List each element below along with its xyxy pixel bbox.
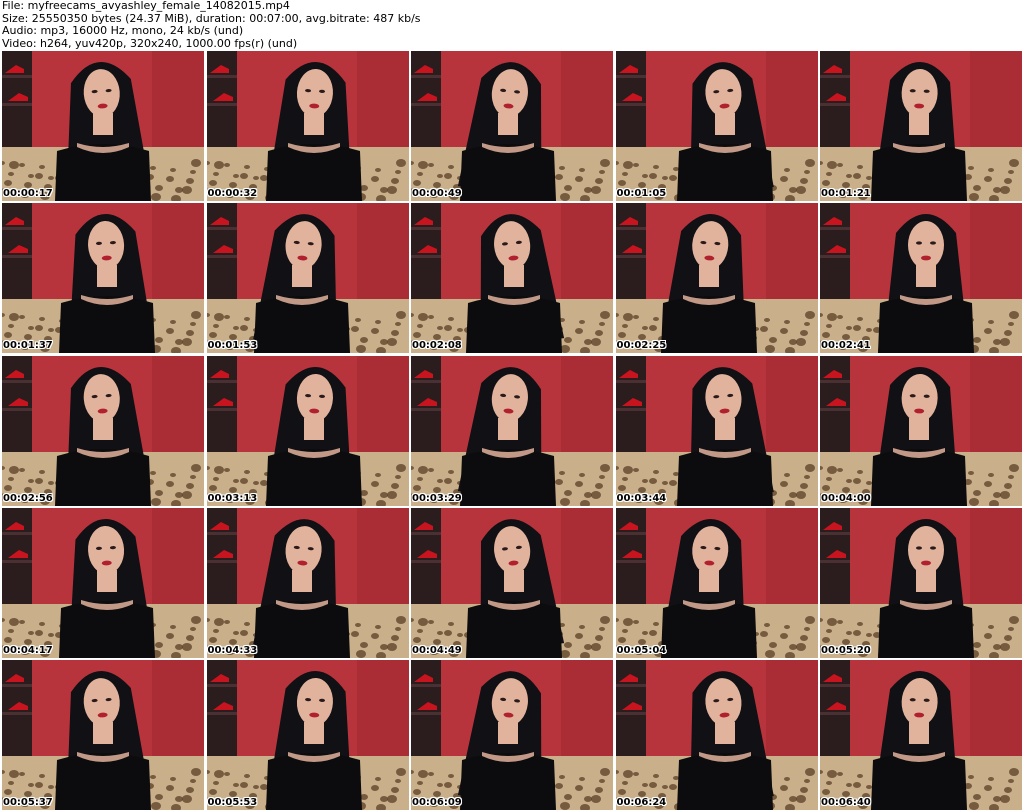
thumbnail-timestamp: 00:01:05	[616, 188, 667, 199]
video-frame-image	[615, 507, 818, 658]
video-thumbnail: 00:04:49	[411, 507, 613, 658]
video-frame-image	[820, 203, 1022, 354]
thumbnail-timestamp: 00:03:44	[616, 492, 667, 504]
video-frame-image	[2, 51, 204, 201]
thumbnail-timestamp: 00:00:17	[3, 188, 53, 199]
thumbnail-timestamp: 00:02:25	[616, 340, 667, 352]
video-frame-image	[615, 355, 818, 506]
video-thumbnail: 00:02:41	[820, 203, 1022, 354]
thumbnail-timestamp: 00:01:53	[207, 340, 258, 352]
video-frame-image	[206, 355, 409, 506]
video-frame-image	[2, 660, 204, 810]
video-thumbnail: 00:02:25	[615, 203, 818, 354]
file-size-line: Size: 25550350 bytes (24.37 MiB), durati…	[2, 12, 421, 25]
video-thumbnail: 00:00:49	[411, 51, 613, 201]
thumbnail-timestamp: 00:05:04	[616, 644, 667, 656]
thumbnail-timestamp: 00:01:21	[821, 188, 871, 199]
video-thumbnail: 00:04:17	[2, 507, 204, 658]
video-thumbnail: 00:06:24	[615, 660, 818, 810]
thumbnail-timestamp: 00:05:20	[821, 644, 871, 656]
video-frame-image	[206, 51, 409, 201]
video-frame-image	[615, 51, 818, 201]
thumbnail-timestamp: 00:02:56	[3, 492, 53, 504]
video-frame-image	[820, 355, 1022, 506]
thumbnail-timestamp: 00:06:24	[616, 797, 667, 808]
video-thumbnail: 00:04:33	[206, 507, 409, 658]
audio-info-line: Audio: mp3, 16000 Hz, mono, 24 kb/s (und…	[2, 25, 244, 37]
video-frame-image	[206, 660, 409, 810]
video-thumbnail: 00:00:32	[206, 51, 409, 201]
video-frame-image	[820, 51, 1022, 201]
video-frame-image	[411, 660, 613, 810]
file-name-line: File: myfreecams_avyashley_female_140820…	[2, 0, 290, 12]
thumbnail-timestamp: 00:04:17	[3, 644, 53, 656]
video-frame-image	[411, 507, 613, 658]
video-thumbnail: 00:02:56	[2, 355, 204, 506]
thumbnail-timestamp: 00:03:13	[207, 492, 258, 504]
video-thumbnail: 00:04:00	[820, 355, 1022, 506]
video-frame-image	[206, 507, 409, 658]
video-thumbnail: 00:02:08	[411, 203, 613, 354]
thumbnail-timestamp: 00:06:09	[412, 797, 462, 808]
thumbnail-timestamp: 00:04:33	[207, 644, 258, 656]
video-thumbnail: 00:00:17	[2, 51, 204, 201]
video-frame-image	[206, 203, 409, 354]
thumbnail-grid: 00:00:17 00:00:32 00:00:49 00:01:05 00:0…	[2, 51, 1022, 810]
video-thumbnail: 00:01:05	[615, 51, 818, 201]
video-thumbnail: 00:05:53	[206, 660, 409, 810]
thumbnail-timestamp: 00:00:49	[412, 188, 462, 199]
video-frame-image	[2, 355, 204, 506]
video-thumbnail: 00:01:53	[206, 203, 409, 354]
thumbnail-timestamp: 00:02:41	[821, 340, 871, 352]
video-frame-image	[411, 203, 613, 354]
thumbnail-timestamp: 00:05:37	[3, 797, 53, 808]
video-thumbnail: 00:05:20	[820, 507, 1022, 658]
video-thumbnail: 00:05:04	[615, 507, 818, 658]
thumbnail-timestamp: 00:02:08	[412, 340, 462, 352]
video-thumbnail: 00:03:13	[206, 355, 409, 506]
video-frame-image	[411, 355, 613, 506]
thumbnail-timestamp: 00:00:32	[207, 188, 258, 199]
video-frame-image	[615, 203, 818, 354]
video-frame-image	[820, 507, 1022, 658]
video-frame-image	[2, 507, 204, 658]
thumbnail-timestamp: 00:05:53	[207, 797, 258, 808]
video-info-header: File: myfreecams_avyashley_female_140820…	[2, 0, 1022, 50]
video-thumbnail: 00:03:29	[411, 355, 613, 506]
thumbnail-timestamp: 00:03:29	[412, 492, 462, 504]
video-thumbnail: 00:06:09	[411, 660, 613, 810]
thumbnail-timestamp: 00:04:00	[821, 492, 871, 504]
video-frame-image	[2, 203, 204, 354]
video-info-line: Video: h264, yuv420p, 320x240, 1000.00 f…	[2, 37, 298, 50]
video-frame-image	[615, 660, 818, 810]
video-thumbnail: 00:03:44	[615, 355, 818, 506]
video-frame-image	[411, 51, 613, 201]
video-thumbnail: 00:01:21	[820, 51, 1022, 201]
thumbnail-timestamp: 00:04:49	[412, 644, 462, 656]
thumbnail-timestamp: 00:06:40	[821, 797, 871, 808]
video-thumbnail: 00:06:40	[820, 660, 1022, 810]
video-frame-image	[820, 660, 1022, 810]
video-thumbnail: 00:05:37	[2, 660, 204, 810]
video-thumbnail: 00:01:37	[2, 203, 204, 354]
thumbnail-timestamp: 00:01:37	[3, 340, 53, 352]
